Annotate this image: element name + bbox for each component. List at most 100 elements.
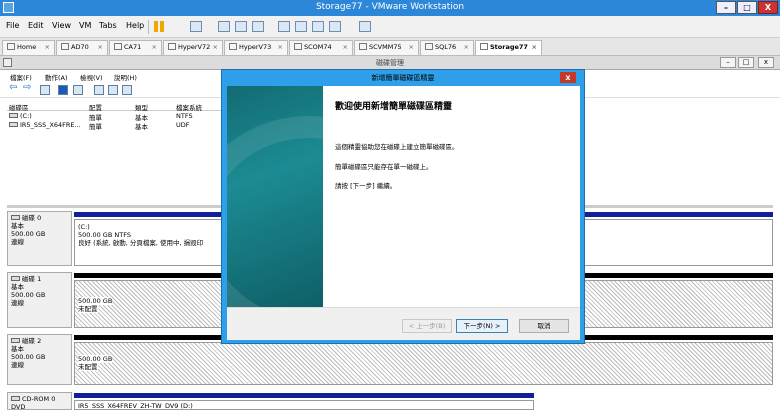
refresh-icon[interactable] bbox=[108, 85, 118, 95]
disk-name: 磁碟 2 bbox=[22, 337, 42, 345]
wizard-close-button[interactable]: x bbox=[560, 72, 576, 83]
pause-icon[interactable] bbox=[154, 21, 165, 32]
volume-list-header: 磁碟區 配置 類型 檔案系統 bbox=[7, 101, 227, 112]
disk-type: 基本 bbox=[11, 345, 24, 353]
disk-icon bbox=[11, 215, 20, 220]
volume-type: 基本 bbox=[135, 123, 148, 131]
tab-close-icon[interactable]: × bbox=[45, 41, 50, 54]
close-button[interactable]: X bbox=[758, 1, 778, 14]
snapshot-manager-icon[interactable] bbox=[252, 21, 264, 32]
dm-menu-view[interactable]: 檢視(V) bbox=[80, 72, 103, 82]
thumbnail-view-icon[interactable] bbox=[295, 21, 307, 32]
dm-menu-help[interactable]: 說明(H) bbox=[114, 72, 137, 82]
tab-ca71[interactable]: CA71 × bbox=[109, 40, 162, 55]
volume-row[interactable]: IR5_SSS_X64FRE... 簡單 基本 UDF bbox=[7, 121, 227, 131]
vm-icon bbox=[425, 43, 433, 50]
back-button[interactable]: < 上一步(B) bbox=[402, 319, 452, 333]
volume-name: (C:) bbox=[9, 112, 32, 120]
tab-close-icon[interactable]: × bbox=[532, 41, 537, 54]
tab-close-icon[interactable]: × bbox=[98, 41, 103, 54]
dvd-icon bbox=[11, 396, 20, 401]
disk-2-label[interactable]: 磁碟 2 基本 500.00 GB 連線 bbox=[7, 334, 72, 385]
minimize-button[interactable]: – bbox=[716, 1, 736, 14]
disk-type: DVD bbox=[11, 403, 26, 410]
wizard-title: 新增簡單磁碟區精靈 bbox=[371, 74, 435, 82]
menu-edit[interactable]: Edit bbox=[28, 21, 44, 30]
show-hide-console-icon[interactable] bbox=[40, 85, 50, 95]
cdrom-0-label[interactable]: CD-ROM 0 DVD bbox=[7, 392, 72, 410]
maximize-button[interactable]: □ bbox=[737, 1, 757, 14]
tab-close-icon[interactable]: × bbox=[278, 41, 283, 54]
volume-label: IR5_SSS_X64FREV_ZH-TW_DV9 (D:) bbox=[78, 402, 193, 410]
revert-snapshot-icon[interactable] bbox=[235, 21, 247, 32]
wizard-title-bar[interactable]: 新增簡單磁碟區精靈 x bbox=[222, 70, 584, 85]
disk-size: 500.00 GB bbox=[11, 230, 46, 238]
disk-0-volume[interactable]: (C:) 500.00 GB NTFS 良好 (系統, 啟動, 分頁檔案, 使用… bbox=[74, 219, 224, 266]
rescan-disks-icon[interactable] bbox=[122, 85, 132, 95]
volume-fs: NTFS bbox=[176, 112, 193, 120]
vm-icon bbox=[168, 43, 176, 50]
cdrom-0-volume[interactable]: IR5_SSS_X64FREV_ZH-TW_DV9 (D:) bbox=[74, 400, 534, 410]
disk-size: 500.00 GB bbox=[11, 353, 46, 361]
disk-0-volume-right[interactable] bbox=[584, 219, 773, 266]
disk-2-unallocated[interactable]: 500.00 GB 未配置 bbox=[74, 342, 773, 385]
unity-icon[interactable] bbox=[329, 21, 341, 32]
tab-close-icon[interactable]: × bbox=[464, 41, 469, 54]
wizard-text-line: 簡單磁碟區只能存在單一磁碟上。 bbox=[335, 163, 433, 171]
column-volume[interactable]: 磁碟區 bbox=[9, 102, 29, 112]
tab-close-icon[interactable]: × bbox=[409, 41, 414, 54]
volume-fs: UDF bbox=[176, 121, 190, 129]
library-view-icon[interactable] bbox=[278, 21, 290, 32]
column-file-system[interactable]: 檔案系統 bbox=[176, 102, 202, 112]
tab-scvmm75[interactable]: SCVMM75 × bbox=[354, 40, 419, 55]
disk-0-volume-bar-right bbox=[584, 212, 773, 217]
dm-maximize-button[interactable]: □ bbox=[738, 57, 754, 68]
column-layout[interactable]: 配置 bbox=[89, 102, 102, 112]
volume-size: 500.00 GB bbox=[78, 297, 113, 305]
tab-close-icon[interactable]: × bbox=[343, 41, 348, 54]
dvd-drive-icon bbox=[9, 122, 18, 127]
help-icon[interactable] bbox=[58, 85, 68, 95]
disk-list-icon[interactable] bbox=[73, 85, 83, 95]
dm-menu-file[interactable]: 檔案(F) bbox=[10, 72, 32, 82]
disk-1-unallocated-right[interactable] bbox=[584, 280, 773, 328]
disk-1-unallocated[interactable]: 500.00 GB 未配置 bbox=[74, 280, 224, 328]
forward-arrow-icon[interactable] bbox=[23, 82, 33, 95]
tab-storage77[interactable]: Storage77 × bbox=[475, 40, 542, 55]
menu-tabs[interactable]: Tabs bbox=[99, 21, 117, 30]
column-type[interactable]: 類型 bbox=[135, 102, 148, 112]
fullscreen-icon[interactable] bbox=[312, 21, 324, 32]
disk-name: 磁碟 1 bbox=[22, 275, 42, 283]
next-button[interactable]: 下一步(N) > bbox=[456, 319, 508, 333]
disk-0-label[interactable]: 磁碟 0 基本 500.00 GB 連線 bbox=[7, 211, 72, 266]
tab-hyperv73[interactable]: HyperV73 × bbox=[224, 40, 288, 55]
console-view-icon[interactable] bbox=[359, 21, 371, 32]
disk-1-unallocated-bar bbox=[74, 273, 224, 278]
back-arrow-icon[interactable] bbox=[9, 82, 19, 95]
properties-icon[interactable] bbox=[94, 85, 104, 95]
dm-close-button[interactable]: x bbox=[758, 57, 774, 68]
tab-scom74[interactable]: SCOM74 × bbox=[289, 40, 353, 55]
disk-icon bbox=[11, 338, 20, 343]
vm-icon bbox=[480, 43, 488, 50]
wizard-banner-image bbox=[227, 86, 323, 307]
dm-menu-action[interactable]: 動作(A) bbox=[45, 72, 68, 82]
snapshot-icon[interactable] bbox=[218, 21, 230, 32]
tab-ad70[interactable]: AD70 × bbox=[56, 40, 108, 55]
tab-close-icon[interactable]: × bbox=[213, 41, 218, 54]
vm-icon bbox=[229, 43, 237, 50]
menu-view[interactable]: View bbox=[52, 21, 71, 30]
volume-size: 500.00 GB NTFS bbox=[78, 231, 131, 239]
tab-close-icon[interactable]: × bbox=[152, 41, 157, 54]
menu-file[interactable]: File bbox=[6, 21, 19, 30]
volume-row[interactable]: (C:) 簡單 基本 NTFS bbox=[7, 112, 227, 122]
disk-1-label[interactable]: 磁碟 1 基本 500.00 GB 連線 bbox=[7, 272, 72, 328]
dm-minimize-button[interactable]: – bbox=[720, 57, 736, 68]
menu-vm[interactable]: VM bbox=[79, 21, 91, 30]
tab-sql76[interactable]: SQL76 × bbox=[420, 40, 474, 55]
cancel-button[interactable]: 取消 bbox=[519, 319, 569, 333]
tab-hyperv72[interactable]: HyperV72 × bbox=[163, 40, 223, 55]
menu-help[interactable]: Help bbox=[126, 21, 144, 30]
tab-home[interactable]: Home × bbox=[2, 40, 55, 55]
send-ctrl-alt-del-icon[interactable] bbox=[190, 21, 202, 32]
